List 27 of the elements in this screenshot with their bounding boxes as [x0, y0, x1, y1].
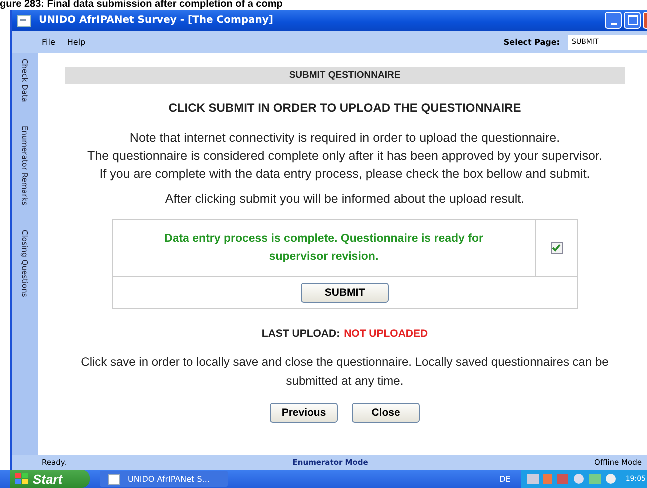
windows-logo-icon: [14, 472, 30, 486]
previous-button[interactable]: Previous: [270, 403, 338, 423]
maximize-button[interactable]: [624, 12, 641, 29]
info-text: After clicking submit you will be informed about the upload result.: [165, 192, 525, 206]
save-note: Click save in order to locally save and close the questionnaire. Locally saved questionnaires can be submitted at any time.: [80, 354, 610, 390]
language-indicator: DE: [500, 474, 511, 484]
window-title: UNIDO AfrIPANet Survey - [The Company]: [39, 15, 275, 26]
confirmation-text: Data entry process is complete. Questionnaire is ready for supervisor revision.: [164, 232, 484, 265]
taskbar-button[interactable]: UNIDO AfrIPANet S...: [100, 471, 228, 487]
app-icon: [108, 474, 120, 484]
close-button[interactable]: Close: [352, 403, 420, 423]
figure-caption: gure 283: Final data submission after completion of a comp: [0, 0, 284, 10]
checkbox[interactable]: [550, 242, 562, 254]
upload-status: NOT UPLOADED: [344, 328, 428, 340]
start-button[interactable]: Start: [10, 470, 90, 488]
minimize-button[interactable]: [605, 12, 622, 29]
heading: CLICK SUBMIT IN ORDER TO UPLOAD THE QUESTIONNAIRE: [168, 101, 522, 115]
info-text: The questionnaire is considered complete only after it has been approved by your supervisor.: [88, 148, 602, 165]
menu-item[interactable]: File: [42, 38, 56, 46]
submit-button[interactable]: SUBMIT: [301, 282, 389, 302]
section-header: SUBMIT QESTIONNAIRE: [65, 67, 625, 84]
menu-item[interactable]: Help: [67, 38, 86, 46]
select-page-label: Select Page:: [504, 38, 560, 46]
info-text: Note that internet connectivity is required in order to upload the questionnaire.: [130, 130, 560, 147]
app-icon: [17, 14, 31, 26]
last-upload-label: LAST UPLOAD:: [262, 328, 340, 340]
info-text: If you are complete with the data entry process, please check the box bellow and submit.: [100, 166, 590, 183]
